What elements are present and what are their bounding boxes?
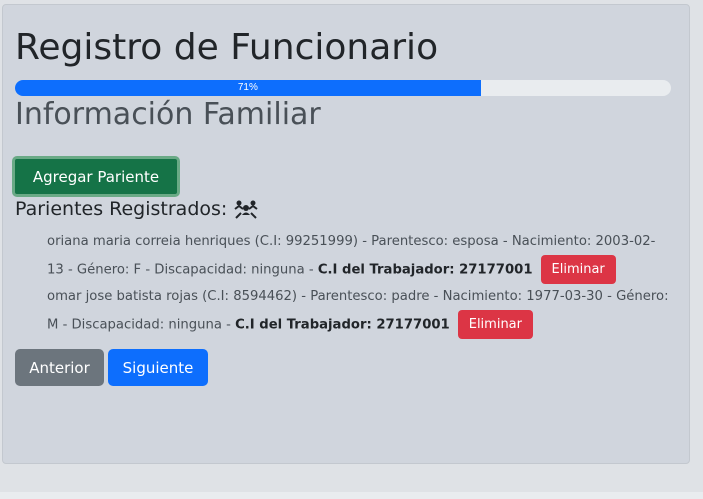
list-item: omar jose batista rojas (C.I: 8594462) -… (47, 284, 671, 339)
registered-relatives-label: Parientes Registrados: (15, 198, 228, 220)
worker-id: C.I del Trabajador: 27177001 (317, 262, 533, 278)
registered-relatives-heading: Parientes Registrados: (15, 195, 259, 223)
delete-button[interactable]: Eliminar (540, 255, 616, 284)
list-item: oriana maria correia henriques (C.I: 992… (47, 229, 671, 284)
relatives-list: oriana maria correia henriques (C.I: 992… (47, 229, 671, 339)
page-title: Registro de Funcionario (15, 27, 439, 68)
delete-button[interactable]: Eliminar (457, 310, 533, 339)
section-title: Información Familiar (15, 97, 321, 132)
next-button[interactable]: Siguiente (108, 349, 208, 386)
previous-button[interactable]: Anterior (15, 349, 104, 386)
worker-id: C.I del Trabajador: 27177001 (235, 317, 450, 333)
family-icon (234, 200, 258, 219)
add-relative-button[interactable]: Agregar Pariente (12, 156, 180, 197)
page-bottom-strip (0, 492, 703, 499)
